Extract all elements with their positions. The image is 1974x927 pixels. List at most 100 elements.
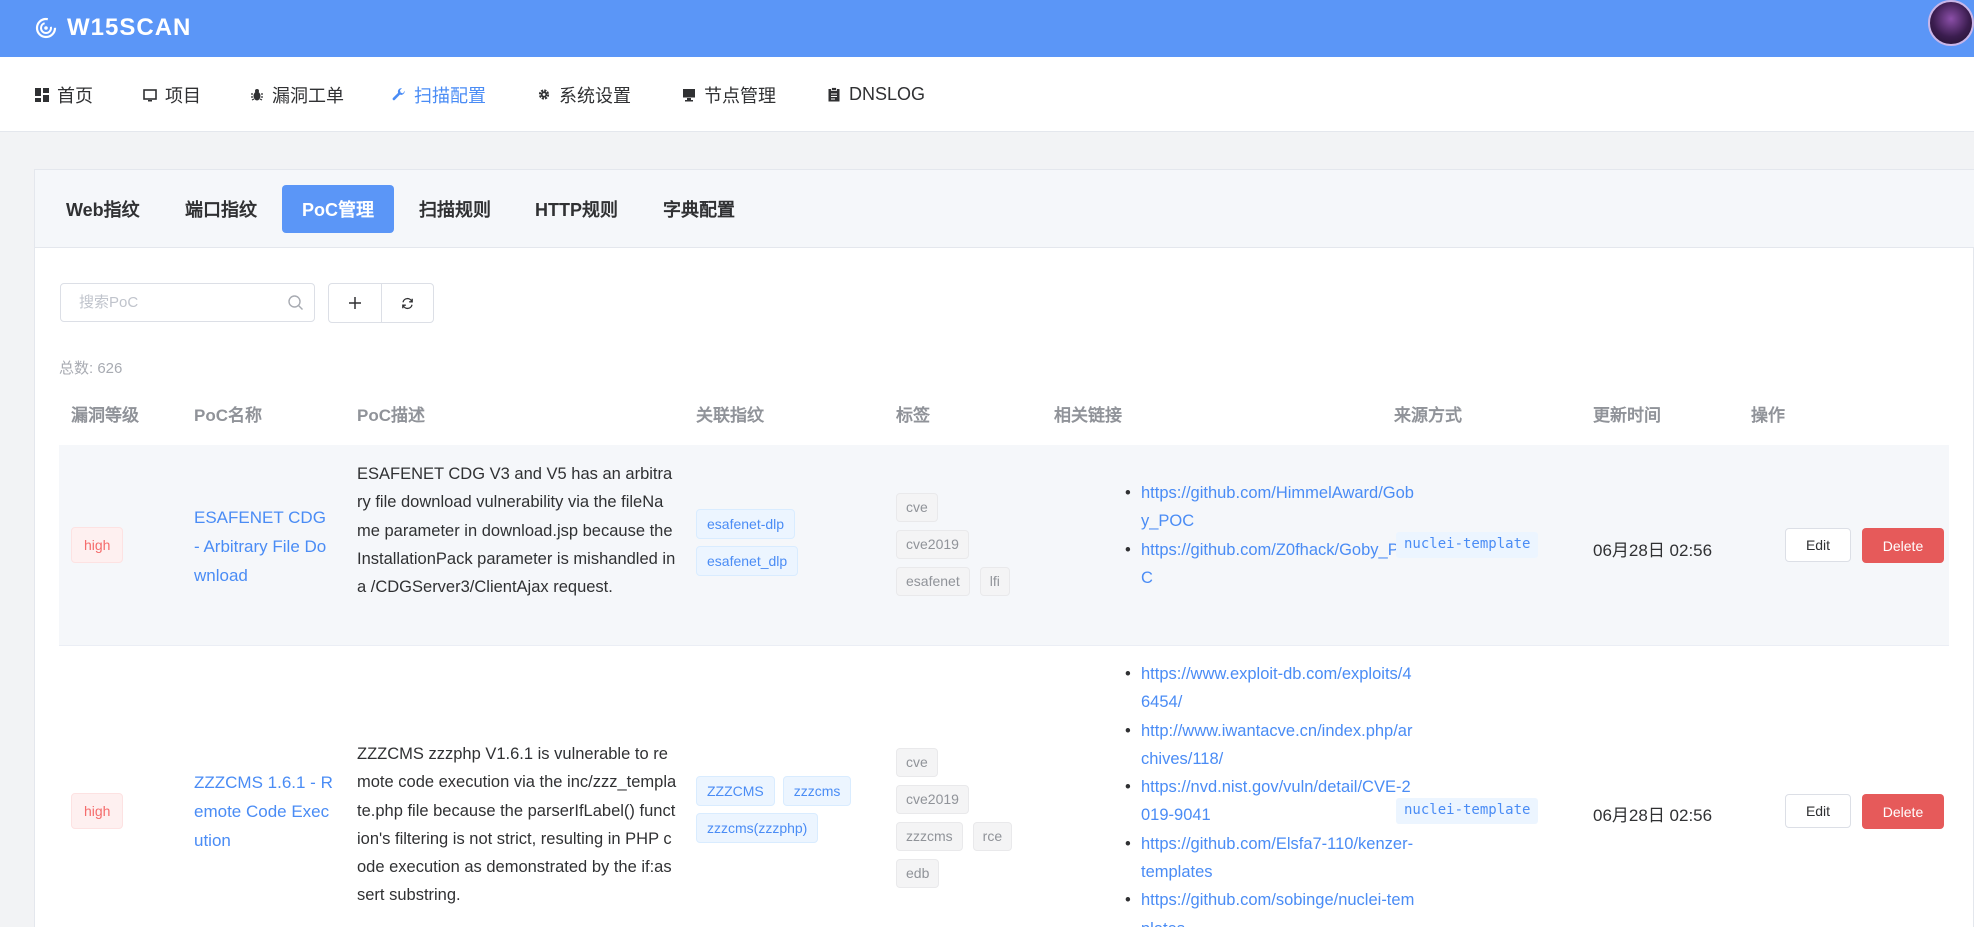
- computer-icon: [682, 88, 696, 102]
- tag: edb: [896, 859, 940, 888]
- search-box: [60, 283, 315, 322]
- related-link[interactable]: https://github.com/Elsfa7-110/kenzer-tem…: [1125, 830, 1415, 887]
- tab-dictionary-config[interactable]: 字典配置: [643, 185, 755, 233]
- table-header: 漏洞等级 PoC名称 PoC描述 关联指纹 标签 相关链接 来源方式 更新时间 …: [59, 388, 1949, 438]
- related-link[interactable]: https://nvd.nist.gov/vuln/detail/CVE-201…: [1125, 773, 1415, 830]
- fingerprint-tag: zzzcms: [782, 776, 852, 806]
- column-header: 标签: [896, 405, 930, 425]
- tab-http-rules[interactable]: HTTP规则: [515, 185, 638, 233]
- plus-icon: [348, 297, 361, 309]
- search-input[interactable]: [61, 284, 281, 321]
- nav-item-projects[interactable]: 项目: [143, 57, 201, 132]
- wrench-icon: [392, 88, 406, 102]
- tag-list: cve cve2019 esafenet lfi: [896, 493, 1046, 604]
- column-header: 相关链接: [1054, 405, 1122, 425]
- search-icon[interactable]: [287, 294, 304, 311]
- tag: rce: [972, 822, 1013, 851]
- tag-list: cve cve2019 zzzcms rce edb: [896, 748, 1046, 896]
- related-link[interactable]: http://www.iwantacve.cn/index.php/archiv…: [1125, 717, 1415, 774]
- tab-scan-rules[interactable]: 扫描规则: [399, 185, 511, 233]
- nav-item-vuln-tickets[interactable]: 漏洞工单: [250, 57, 344, 132]
- update-time: 06月28日 02:56: [1593, 806, 1713, 825]
- dashboard-icon: [35, 87, 49, 102]
- fingerprint-tag: zzzcms(zzzphp): [696, 813, 819, 843]
- nav-label: 系统设置: [559, 85, 631, 106]
- fingerprint-tag: esafenet-dlp: [696, 509, 796, 539]
- app-title: W15SCAN: [67, 14, 192, 41]
- tab-web-fingerprint[interactable]: Web指纹: [46, 185, 160, 233]
- tag: lfi: [979, 567, 1010, 596]
- add-poc-button[interactable]: [329, 284, 381, 322]
- fingerprint-tag: ZZZCMS: [696, 776, 775, 806]
- nav-label: 首页: [57, 85, 93, 106]
- poc-description: ZZZCMS zzzphp V1.6.1 is vulnerable to re…: [357, 745, 677, 905]
- poc-description: ESAFENET CDG V3 and V5 has an arbitrary …: [357, 465, 676, 597]
- logo-icon: [35, 17, 57, 39]
- tag: cve2019: [896, 530, 969, 559]
- content-panel: Web指纹 端口指纹 PoC管理 扫描规则 HTTP规则 字典配置 总数: 62…: [34, 169, 1974, 927]
- gear-icon: [537, 88, 551, 102]
- column-header: 漏洞等级: [71, 405, 139, 425]
- column-header: 更新时间: [1593, 405, 1661, 425]
- related-link[interactable]: https://github.com/Z0fhack/Goby_POC: [1125, 536, 1415, 593]
- delete-button[interactable]: Delete: [1862, 528, 1944, 563]
- tag: cve: [896, 493, 938, 522]
- edit-button[interactable]: Edit: [1785, 528, 1851, 562]
- column-header: 来源方式: [1394, 405, 1462, 425]
- tab-label: PoC管理: [302, 200, 374, 220]
- source-badge: nuclei-template: [1396, 798, 1539, 824]
- edit-button[interactable]: Edit: [1785, 794, 1851, 828]
- tab-poc-management[interactable]: PoC管理: [282, 185, 394, 233]
- nav-label: 项目: [165, 85, 201, 106]
- total-count: 总数: 626: [59, 360, 123, 377]
- tab-label: 扫描规则: [419, 200, 491, 220]
- tab-label: 字典配置: [663, 200, 735, 220]
- toolbar-buttons: [328, 283, 434, 323]
- nav-label: 节点管理: [704, 85, 776, 106]
- refresh-button[interactable]: [380, 284, 433, 322]
- table-row[interactable]: high ZZZCMS 1.6.1 - Remote Code Executio…: [59, 646, 1949, 927]
- poc-name-link[interactable]: ESAFENET CDG - Arbitrary File Download: [194, 503, 334, 590]
- bug-icon: [250, 88, 264, 102]
- fingerprint-list: ZZZCMS zzzcms zzzcms(zzzphp): [696, 776, 876, 850]
- tab-label: Web指纹: [66, 200, 140, 220]
- tag: esafenet: [896, 567, 970, 596]
- level-badge: high: [71, 793, 124, 829]
- nav-label: 漏洞工单: [272, 85, 344, 106]
- tag: cve: [896, 748, 938, 777]
- tag: zzzcms: [896, 822, 963, 851]
- nav-item-dnslog[interactable]: DNSLOG: [827, 57, 925, 132]
- tab-label: 端口指纹: [185, 200, 257, 220]
- nav-item-home[interactable]: 首页: [35, 57, 93, 132]
- nav-item-node-management[interactable]: 节点管理: [682, 57, 776, 132]
- delete-button[interactable]: Delete: [1862, 794, 1944, 829]
- nav-label: DNSLOG: [849, 84, 926, 104]
- app-brand[interactable]: W15SCAN: [35, 10, 191, 46]
- top-bar: W15SCAN: [0, 0, 1974, 57]
- related-link[interactable]: https://github.com/HimmelAward/Goby_POC: [1125, 479, 1415, 536]
- poc-name-link[interactable]: ZZZCMS 1.6.1 - Remote Code Execution: [194, 768, 334, 855]
- table-row[interactable]: high ESAFENET CDG - Arbitrary File Downl…: [59, 445, 1949, 646]
- config-tabs: Web指纹 端口指纹 PoC管理 扫描规则 HTTP规则 字典配置: [35, 170, 1974, 248]
- column-header: 关联指纹: [696, 405, 764, 425]
- nav-item-scan-config[interactable]: 扫描配置: [392, 57, 486, 132]
- nav-item-system-settings[interactable]: 系统设置: [537, 57, 631, 132]
- clipboard-icon: [827, 87, 841, 102]
- tab-label: HTTP规则: [535, 200, 618, 220]
- related-links: https://www.exploit-db.com/exploits/4645…: [1125, 660, 1415, 927]
- tab-port-fingerprint[interactable]: 端口指纹: [165, 185, 277, 233]
- source-badge: nuclei-template: [1396, 532, 1539, 558]
- update-time: 06月28日 02:56: [1593, 541, 1713, 560]
- related-link[interactable]: https://www.exploit-db.com/exploits/4645…: [1125, 660, 1415, 717]
- related-links: https://github.com/HimmelAward/Goby_POC …: [1125, 479, 1415, 592]
- avatar[interactable]: [1928, 0, 1974, 46]
- level-badge: high: [71, 527, 124, 563]
- fingerprint-tag: esafenet_dlp: [696, 546, 799, 576]
- column-header: PoC描述: [357, 405, 425, 425]
- column-header: 操作: [1751, 405, 1785, 425]
- related-link[interactable]: https://github.com/sobinge/nuclei-templa…: [1125, 886, 1415, 927]
- column-header: PoC名称: [194, 405, 262, 425]
- monitor-icon: [143, 88, 157, 102]
- nav-label: 扫描配置: [414, 85, 486, 106]
- fingerprint-list: esafenet-dlp esafenet_dlp: [696, 509, 846, 583]
